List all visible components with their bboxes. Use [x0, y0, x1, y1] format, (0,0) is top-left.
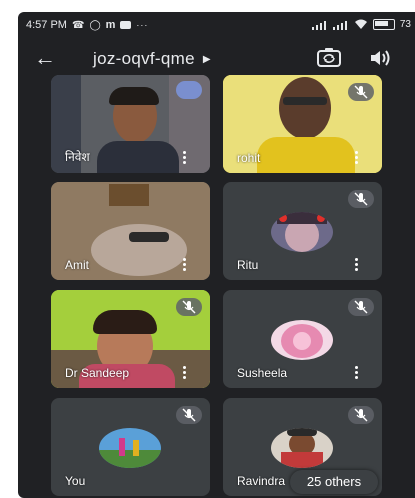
more-options-icon[interactable] — [350, 257, 362, 271]
avatar — [271, 428, 333, 468]
participant-tile[interactable]: Susheela — [223, 290, 382, 388]
participant-name: Ravindra — [237, 474, 286, 488]
more-options-icon[interactable] — [178, 150, 190, 164]
wifi-icon — [354, 19, 367, 29]
participant-tile[interactable]: Amit — [51, 182, 210, 280]
participant-tile[interactable]: निवेश — [51, 75, 210, 173]
battery-icon — [372, 19, 395, 30]
participant-name: rohit — [237, 151, 261, 165]
others-count: 25 others — [306, 474, 362, 489]
mic-off-icon — [176, 406, 202, 424]
mic-off-icon — [348, 298, 374, 316]
signal-icon — [311, 20, 328, 30]
more-options-icon[interactable] — [178, 257, 190, 271]
battery-level: 73 — [399, 19, 411, 30]
more-options-icon[interactable] — [178, 365, 190, 379]
messenger-icon — [120, 21, 132, 29]
participant-name: निवेश — [65, 150, 90, 164]
speaker-icon[interactable] — [368, 46, 392, 70]
participant-tile-self[interactable]: You — [51, 398, 210, 496]
mic-off-icon — [348, 190, 374, 208]
more-options-icon[interactable] — [350, 365, 362, 379]
avatar — [271, 212, 333, 252]
status-time: 4:57 PM — [26, 19, 67, 31]
avatar — [271, 320, 333, 360]
avatar — [99, 428, 161, 468]
participant-tile[interactable]: rohit — [223, 75, 382, 173]
mic-off-icon — [348, 83, 374, 101]
back-arrow-icon[interactable]: ← — [34, 44, 56, 72]
participant-name: You — [65, 474, 86, 488]
mic-off-icon — [348, 406, 374, 424]
meet-screen: 4:57 PM ☎ ◯ m ··· 73 ← joz-oqvf-qme ▶ नि… — [18, 12, 415, 498]
participant-name: Ritu — [237, 258, 259, 272]
status-bar: 4:57 PM ☎ ◯ m ··· 73 — [18, 12, 415, 38]
participant-tile[interactable]: Ritu — [223, 182, 382, 280]
participant-name: Amit — [65, 258, 89, 272]
m-app-icon: m — [105, 19, 116, 31]
more-dots-icon: ··· — [136, 20, 149, 30]
speaking-indicator — [176, 81, 202, 99]
meeting-code-button[interactable]: joz-oqvf-qme ▶ — [93, 49, 211, 69]
more-options-icon[interactable] — [350, 150, 362, 164]
whatsapp-icon: ◯ — [89, 19, 101, 31]
others-chip[interactable]: 25 others — [290, 470, 378, 494]
chevron-right-icon: ▶ — [202, 53, 211, 65]
meeting-code: joz-oqvf-qme — [93, 49, 195, 68]
participant-tile[interactable]: Dr Sandeep — [51, 290, 210, 388]
participant-name: Susheela — [237, 366, 288, 380]
participant-name: Dr Sandeep — [65, 366, 130, 380]
signal-icon-2 — [332, 20, 349, 30]
status-right: 73 — [311, 19, 411, 30]
status-left: 4:57 PM ☎ ◯ m ··· — [26, 19, 148, 31]
mic-off-icon — [176, 298, 202, 316]
missed-call-icon: ☎ — [71, 19, 85, 31]
switch-camera-icon[interactable] — [316, 46, 342, 70]
